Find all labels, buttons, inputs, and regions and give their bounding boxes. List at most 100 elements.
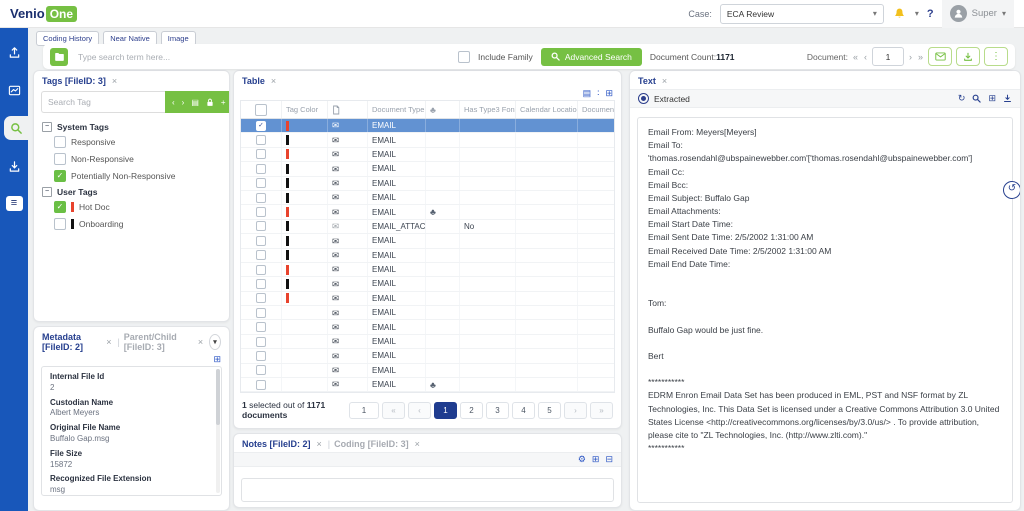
- row-checkbox[interactable]: [256, 149, 266, 159]
- collapse-icon[interactable]: ⊟: [605, 455, 613, 464]
- table-row[interactable]: ✓✉EMAIL: [241, 119, 614, 133]
- select-all-checkbox[interactable]: [255, 104, 267, 116]
- collapse-icon[interactable]: −: [42, 187, 52, 197]
- tag-checkbox[interactable]: ✓: [54, 170, 66, 182]
- row-checkbox[interactable]: [256, 135, 266, 145]
- notifications-bell-icon[interactable]: [892, 6, 907, 22]
- tag-item[interactable]: Responsive: [34, 133, 229, 150]
- coding-tab[interactable]: Coding [FileID: 3]: [334, 439, 409, 449]
- search-input[interactable]: [76, 51, 450, 63]
- add-icon[interactable]: +: [221, 98, 226, 107]
- bell-caret-icon[interactable]: ▾: [915, 9, 919, 18]
- row-checkbox[interactable]: [256, 164, 266, 174]
- col-calendar-location[interactable]: Calendar Location: [515, 101, 577, 118]
- user-menu[interactable]: Super ▾: [942, 0, 1014, 28]
- table-row[interactable]: ✉EMAIL♣: [241, 205, 614, 219]
- refresh-icon[interactable]: ↻: [958, 93, 966, 104]
- collapse-icon[interactable]: −: [42, 122, 52, 132]
- row-checkbox[interactable]: [256, 337, 266, 347]
- table-row[interactable]: ✉EMAIL: [241, 320, 614, 334]
- row-checkbox[interactable]: [256, 221, 266, 231]
- tag-search-input[interactable]: [41, 91, 165, 113]
- tag-item[interactable]: ✓Potentially Non-Responsive: [34, 167, 229, 184]
- row-checkbox[interactable]: [256, 293, 266, 303]
- table-row[interactable]: ✉EMAIL: [241, 133, 614, 147]
- add-icon[interactable]: ⊞: [592, 455, 600, 464]
- parent-child-tab[interactable]: Parent/Child [FileID: 3]: [124, 332, 192, 352]
- next-page-button[interactable]: ›: [564, 402, 587, 419]
- page-button[interactable]: 5: [538, 402, 561, 419]
- table-row[interactable]: ✉EMAIL: [241, 148, 614, 162]
- close-icon[interactable]: ×: [315, 439, 324, 449]
- export-icon[interactable]: ▤: [583, 89, 592, 98]
- first-page-button[interactable]: «: [382, 402, 405, 419]
- tag-item[interactable]: Onboarding: [34, 215, 229, 232]
- close-icon[interactable]: ×: [104, 337, 113, 347]
- col-document-notes[interactable]: Document Notes: [577, 101, 614, 118]
- tag-checkbox[interactable]: [54, 136, 66, 148]
- table-row[interactable]: ✉EMAIL_ATTACHNo: [241, 220, 614, 234]
- metadata-tab[interactable]: Metadata [FileID: 2]: [42, 332, 100, 352]
- tag-item[interactable]: ✓Hot Doc: [34, 198, 229, 215]
- row-checkbox[interactable]: [256, 236, 266, 246]
- col-document-type[interactable]: Document Type: [367, 101, 425, 118]
- close-icon[interactable]: ×: [269, 76, 278, 86]
- table-row[interactable]: ✉EMAIL: [241, 277, 614, 291]
- folder-icon[interactable]: [50, 48, 68, 66]
- download-icon[interactable]: [6, 158, 22, 174]
- history-button[interactable]: ↺: [1003, 181, 1021, 199]
- tag-group-header[interactable]: −User Tags: [34, 184, 229, 198]
- row-checkbox[interactable]: [256, 250, 266, 260]
- chart-icon[interactable]: [6, 82, 22, 98]
- mail-export-button[interactable]: [928, 47, 952, 66]
- table-row[interactable]: ✉EMAIL: [241, 249, 614, 263]
- row-checkbox[interactable]: [256, 193, 266, 203]
- row-checkbox[interactable]: [256, 265, 266, 275]
- extracted-radio[interactable]: [638, 93, 649, 104]
- tag-item[interactable]: Non-Responsive: [34, 150, 229, 167]
- collapse-panel-button[interactable]: ▾: [209, 334, 221, 350]
- page-button[interactable]: 4: [512, 402, 535, 419]
- download-icon[interactable]: [1003, 94, 1012, 103]
- tag-checkbox[interactable]: [54, 218, 66, 230]
- table-row[interactable]: ✉EMAIL: [241, 191, 614, 205]
- page-size-box[interactable]: 1: [349, 402, 379, 419]
- col-has-type3-font[interactable]: Has Type3 Font: [459, 101, 515, 118]
- tag-group-header[interactable]: −System Tags: [34, 119, 229, 133]
- help-button[interactable]: ?: [927, 8, 934, 20]
- col-tag-color[interactable]: Tag Color: [281, 101, 327, 118]
- first-doc-button[interactable]: «: [852, 52, 859, 62]
- row-checkbox[interactable]: [256, 279, 266, 289]
- table-row[interactable]: ✉EMAIL♣: [241, 378, 614, 392]
- row-checkbox[interactable]: [256, 308, 266, 318]
- options-dots-icon[interactable]: ∶: [597, 89, 599, 98]
- notes-input[interactable]: [241, 478, 614, 502]
- extracted-text[interactable]: Email From: Meyers[Meyers] Email To: 'th…: [637, 117, 1013, 503]
- row-checkbox[interactable]: [256, 207, 266, 217]
- doc-number-input[interactable]: [872, 47, 904, 66]
- prev-icon[interactable]: ‹: [172, 98, 175, 107]
- row-checkbox[interactable]: [256, 322, 266, 332]
- menu-icon[interactable]: ≡: [6, 196, 23, 211]
- table-row[interactable]: ✉EMAIL: [241, 364, 614, 378]
- close-icon[interactable]: ×: [110, 76, 119, 86]
- table-row[interactable]: ✉EMAIL: [241, 306, 614, 320]
- gear-icon[interactable]: ⚙: [578, 455, 586, 464]
- page-button[interactable]: 1: [434, 402, 457, 419]
- row-checkbox[interactable]: [256, 351, 266, 361]
- table-row[interactable]: ✉EMAIL: [241, 177, 614, 191]
- row-checkbox[interactable]: [256, 178, 266, 188]
- search-nav-active[interactable]: [4, 116, 28, 140]
- close-icon[interactable]: ×: [660, 76, 669, 86]
- upload-icon[interactable]: [6, 44, 22, 60]
- table-row[interactable]: ✉EMAIL: [241, 234, 614, 248]
- table-row[interactable]: ✉EMAIL: [241, 335, 614, 349]
- advanced-search-button[interactable]: Advanced Search: [541, 48, 642, 66]
- next-doc-button[interactable]: ›: [908, 52, 913, 62]
- row-checkbox[interactable]: [256, 380, 266, 390]
- notes-tab[interactable]: Notes [FileID: 2]: [242, 439, 311, 449]
- last-page-button[interactable]: »: [590, 402, 613, 419]
- case-select[interactable]: ECA Review ▾: [720, 4, 884, 24]
- table-row[interactable]: ✉EMAIL: [241, 162, 614, 176]
- next-icon[interactable]: ›: [182, 98, 185, 107]
